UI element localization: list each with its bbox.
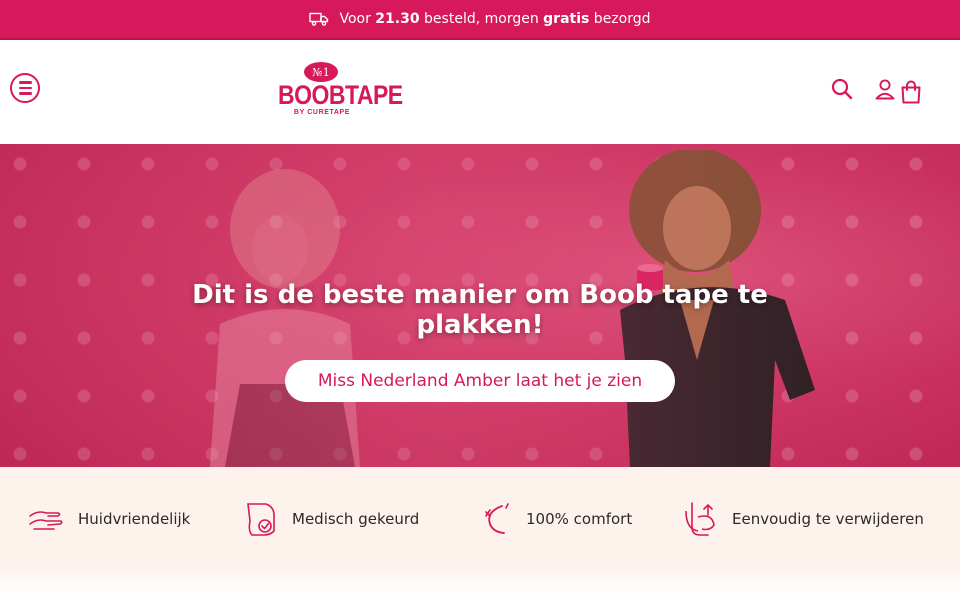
announcement-bar: Voor 21.30 besteld, morgen gratis bezorg… bbox=[0, 0, 960, 40]
logo-subtitle: BY CURETAPE bbox=[293, 109, 351, 116]
usp-label: 100% comfort bbox=[526, 510, 633, 528]
comfort-curve-icon bbox=[485, 503, 509, 534]
truck-icon bbox=[309, 12, 329, 26]
search-icon[interactable] bbox=[831, 78, 853, 100]
peel-off-icon bbox=[685, 502, 715, 536]
announcement-suffix: bezorgd bbox=[589, 11, 651, 27]
user-icon[interactable] bbox=[874, 78, 896, 100]
usp-label: Eenvoudig te verwijderen bbox=[732, 510, 924, 528]
hero-title: Dit is de beste manier om Boob tape te p… bbox=[192, 280, 768, 340]
hands-icon bbox=[29, 511, 63, 530]
usp-label: Medisch gekeurd bbox=[292, 510, 420, 528]
announcement-prefix: Voor bbox=[339, 11, 376, 27]
usp-label: Huidvriendelijk bbox=[78, 510, 191, 528]
logo-name: BOOBTAPE bbox=[278, 79, 403, 110]
usp-bar: Huidvriendelijk Medisch gekeurd 100% com… bbox=[0, 467, 960, 571]
shopping-bag-icon[interactable] bbox=[900, 80, 922, 104]
hero-banner: Dit is de beste manier om Boob tape te p… bbox=[0, 144, 960, 467]
usp-item: 100% comfort bbox=[480, 500, 632, 538]
site-header: №1 BOOBTAPE BY CURETAPE bbox=[0, 40, 960, 144]
usp-item: Medisch gekeurd bbox=[244, 500, 419, 538]
announcement-highlight: gratis bbox=[543, 11, 590, 27]
hero-cta-button[interactable]: Miss Nederland Amber laat het je zien bbox=[285, 360, 675, 402]
usp-item: Eenvoudig te verwijderen bbox=[684, 500, 924, 538]
page-bottom-strip bbox=[0, 571, 960, 600]
logo[interactable]: №1 BOOBTAPE BY CURETAPE bbox=[278, 62, 403, 120]
announcement-middle: besteld, morgen bbox=[419, 11, 544, 27]
menu-icon[interactable] bbox=[10, 73, 40, 103]
skin-check-icon bbox=[247, 503, 275, 536]
usp-item: Huidvriendelijk bbox=[28, 500, 190, 538]
announcement-time: 21.30 bbox=[375, 11, 420, 27]
